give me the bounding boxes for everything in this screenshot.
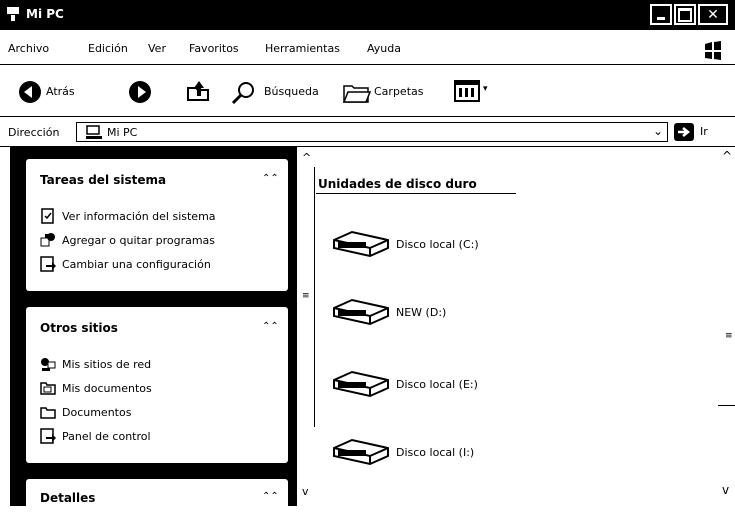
close-icon: ✕ <box>707 6 719 23</box>
main-scroll-down-icon[interactable]: v <box>722 483 729 497</box>
minimize-icon <box>657 17 665 20</box>
maximize-button[interactable] <box>674 4 696 25</box>
collapse-chevron-icon[interactable]: ⌃⌃ <box>262 489 279 505</box>
details-panel: Detalles ⌃⌃ <box>26 479 288 519</box>
control-panel-icon <box>40 428 56 444</box>
back-label: Atrás <box>46 85 75 98</box>
address-value: Mi PC <box>107 126 138 139</box>
folders-label: Carpetas <box>374 85 424 98</box>
minimize-button[interactable] <box>650 4 672 25</box>
toolbar: Atrás Búsqueda Carpetas ▾ <box>0 72 735 112</box>
place-network[interactable]: Mis sitios de red <box>40 355 151 373</box>
place-my-documents[interactable]: Mis documentos <box>40 379 152 397</box>
windows-logo-icon <box>705 41 721 60</box>
task-label: Agregar o quitar programas <box>62 233 216 247</box>
menu-bar: Archivo Edición Ver Favoritos Herramient… <box>0 42 700 62</box>
system-tasks-panel: Tareas del sistema ⌃⌃ Ver información de… <box>26 159 288 291</box>
drive-label: Disco local (E:) <box>396 377 478 391</box>
scroll-thumb-edge <box>718 405 735 406</box>
task-change-setting[interactable]: Cambiar una configuración <box>40 255 211 273</box>
up-folder-icon <box>187 81 209 101</box>
forward-button[interactable] <box>128 78 154 106</box>
task-view-system-info[interactable]: Ver información del sistema <box>40 207 216 225</box>
address-input[interactable]: Mi PC ⌄ <box>76 122 668 142</box>
menu-ver[interactable]: Ver <box>148 42 166 55</box>
scrollbar-track <box>314 167 315 427</box>
drive-e[interactable]: Disco local (E:) <box>330 369 478 399</box>
other-places-title: Otros sitios <box>40 321 118 335</box>
drive-c[interactable]: Disco local (C:) <box>330 229 479 259</box>
other-places-panel: Otros sitios ⌃⌃ Mis sitios de red Mis do… <box>26 307 288 463</box>
place-documents[interactable]: Documentos <box>40 403 131 421</box>
details-title: Detalles <box>40 491 96 505</box>
window-title: Mi PC <box>26 7 64 21</box>
tasks-pane: Tareas del sistema ⌃⌃ Ver información de… <box>10 147 297 519</box>
title-bar: Mi PC ✕ <box>0 0 735 30</box>
back-button[interactable]: Atrás <box>8 72 98 112</box>
system-info-icon <box>41 208 54 224</box>
drive-label: Disco local (C:) <box>396 237 479 251</box>
search-label: Búsqueda <box>264 85 319 98</box>
views-grid-icon <box>454 80 480 102</box>
my-computer-icon <box>7 7 19 21</box>
menu-edicion[interactable]: Edición <box>88 42 128 55</box>
my-documents-icon <box>40 382 56 395</box>
search-icon <box>231 82 254 105</box>
content-pane: ^ ≡ v Unidades de disco duro Disco local… <box>298 147 735 506</box>
drive-d[interactable]: NEW (D:) <box>330 297 446 327</box>
address-bar: Dirección Mi PC ⌄ Ir <box>0 122 735 144</box>
task-label: Ver información del sistema <box>62 209 216 223</box>
scroll-up-arrow-icon[interactable]: ^ <box>302 151 311 164</box>
search-button[interactable]: Búsqueda <box>228 72 330 112</box>
group-title: Unidades de disco duro <box>318 177 477 191</box>
go-label: Ir <box>700 125 708 138</box>
place-label: Documentos <box>62 405 132 419</box>
menu-ayuda[interactable]: Ayuda <box>367 42 401 55</box>
address-dropdown-icon[interactable]: ⌄ <box>653 124 663 138</box>
forward-arrow-icon <box>129 81 151 103</box>
system-tasks-title: Tareas del sistema <box>40 173 167 187</box>
views-button[interactable]: ▾ <box>454 80 494 104</box>
scroll-thumb[interactable]: ≡ <box>302 291 310 301</box>
maximize-icon <box>678 7 692 22</box>
hard-drive-icon <box>333 298 389 326</box>
back-arrow-icon <box>19 81 41 103</box>
drive-i[interactable]: Disco local (I:) <box>330 437 474 467</box>
task-add-remove-programs[interactable]: Agregar o quitar programas <box>40 231 215 249</box>
hard-drive-icon <box>333 438 389 466</box>
menu-herramientas[interactable]: Herramientas <box>265 42 340 55</box>
drive-label: Disco local (I:) <box>396 445 475 459</box>
drive-label: NEW (D:) <box>396 305 447 319</box>
folders-button[interactable]: Carpetas <box>340 72 440 112</box>
place-control-panel[interactable]: Panel de control <box>40 427 151 445</box>
folder-icon <box>40 407 56 419</box>
hard-drive-icon <box>333 370 389 398</box>
collapse-chevron-icon[interactable]: ⌃⌃ <box>262 171 279 187</box>
folders-icon <box>342 85 372 103</box>
menu-favoritos[interactable]: Favoritos <box>189 42 239 55</box>
task-label: Cambiar una configuración <box>62 257 211 271</box>
main-scroll-thumb[interactable]: ≡ <box>725 331 733 341</box>
go-button[interactable]: Ir <box>672 122 722 142</box>
scroll-down-arrow-icon[interactable]: v <box>302 485 309 498</box>
my-computer-icon <box>86 125 102 139</box>
go-arrow-icon <box>674 123 694 141</box>
place-label: Mis sitios de red <box>62 357 152 371</box>
address-label: Dirección <box>8 126 60 139</box>
main-scroll-up-icon[interactable]: ^ <box>722 149 732 163</box>
hard-drive-icon <box>333 230 389 258</box>
up-folder-button[interactable] <box>186 78 214 106</box>
place-label: Panel de control <box>62 429 151 443</box>
place-label: Mis documentos <box>62 381 152 395</box>
network-places-icon <box>41 358 56 371</box>
collapse-chevron-icon[interactable]: ⌃⌃ <box>262 319 279 335</box>
add-remove-programs-icon <box>40 233 55 247</box>
views-dropdown-icon: ▾ <box>483 84 488 94</box>
control-panel-icon <box>40 256 56 272</box>
menu-archivo[interactable]: Archivo <box>8 42 49 55</box>
close-button[interactable]: ✕ <box>698 4 728 25</box>
